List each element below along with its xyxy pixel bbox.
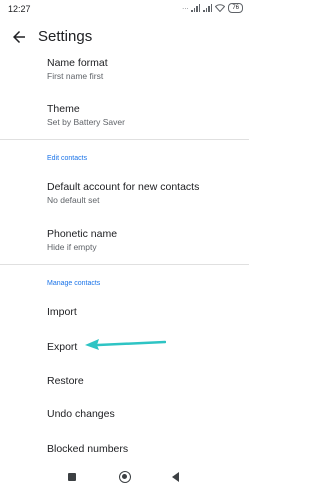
setting-title: Name format [47, 57, 108, 69]
setting-theme[interactable]: Theme Set by Battery Saver [47, 103, 125, 127]
section-header-manage-contacts: Manage contacts [47, 280, 101, 287]
setting-title: Phonetic name [47, 228, 118, 240]
status-time: 12:27 [8, 4, 31, 14]
back-arrow-icon[interactable] [10, 28, 28, 46]
setting-subtitle: First name first [47, 71, 104, 81]
setting-subtitle: Hide if empty [47, 242, 97, 252]
setting-phonetic-name[interactable]: Phonetic name Hide if empty [47, 228, 117, 252]
setting-subtitle: Set by Battery Saver [47, 117, 125, 127]
annotation-arrow-icon [85, 339, 166, 350]
status-icons: … 76 [182, 3, 243, 13]
setting-subtitle: No default set [47, 195, 100, 205]
setting-blocked-numbers[interactable]: Blocked numbers [47, 443, 128, 455]
setting-title: Theme [47, 103, 80, 115]
divider [0, 264, 249, 265]
battery-icon: 76 [228, 3, 243, 13]
section-header-edit-contacts: Edit contacts [47, 155, 88, 162]
signal-icon [191, 4, 201, 12]
back-icon[interactable] [172, 472, 179, 482]
page-title: Settings [38, 28, 93, 45]
status-bar: 12:27 … 76 [0, 0, 249, 18]
wifi-icon [215, 4, 226, 12]
divider [0, 139, 249, 140]
navigation-bar [0, 461, 249, 495]
signal-2-icon [203, 4, 213, 12]
app-bar: Settings [0, 20, 249, 56]
setting-title: Export [47, 341, 78, 353]
setting-export[interactable]: Export [47, 341, 77, 353]
setting-name-format[interactable]: Name format First name first [47, 57, 108, 81]
setting-title: Default account for new contacts [47, 181, 200, 193]
setting-title: Blocked numbers [47, 443, 129, 455]
setting-title: Undo changes [47, 408, 115, 420]
more-dots-icon: … [181, 4, 189, 11]
setting-title: Import [47, 306, 77, 318]
setting-restore[interactable]: Restore [47, 375, 84, 387]
setting-title: Restore [47, 375, 84, 387]
home-icon[interactable] [119, 471, 131, 483]
setting-undo-changes[interactable]: Undo changes [47, 408, 115, 420]
setting-default-account[interactable]: Default account for new contacts No defa… [47, 181, 199, 205]
setting-import[interactable]: Import [47, 306, 77, 318]
recents-icon[interactable] [68, 473, 76, 481]
